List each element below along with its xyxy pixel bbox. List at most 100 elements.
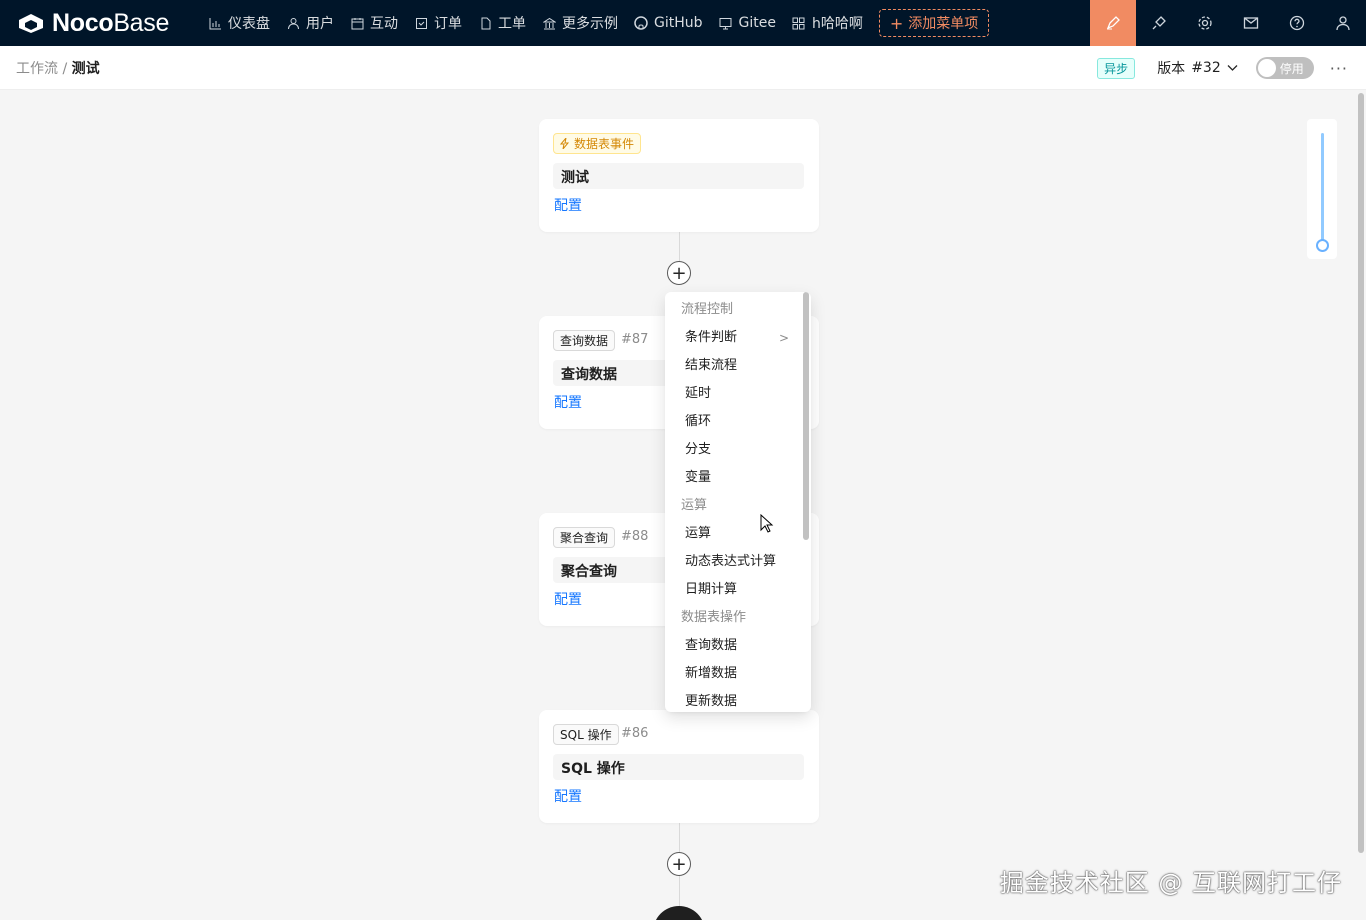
version-label: 版本 [1157,61,1186,77]
zoom-slider[interactable] [1307,119,1337,259]
watermark: 掘金技术社区 @ 互联网打工仔 [999,869,1342,897]
node-title[interactable]: 测试 [553,163,804,189]
user-icon [286,16,300,30]
toggle-label: 停用 [1279,62,1304,76]
menu-item-condition[interactable]: 条件判断 > [665,324,811,352]
add-menu-label: 添加菜单项 [908,16,979,32]
github-icon [634,16,648,30]
menu-group-label: 流程控制 [681,302,734,317]
node-id: #88 [621,529,649,544]
nav-label: 互动 [370,16,398,32]
node-id: #87 [621,332,649,347]
nav-item-orders[interactable]: 订单 [406,0,470,46]
nav-item-dashboard[interactable]: 仪表盘 [200,0,278,46]
more-actions-button[interactable]: ··· [1330,59,1348,78]
settings-button[interactable] [1182,0,1228,46]
gear-icon [1198,16,1212,30]
async-tag: 异步 [1097,57,1136,79]
nav-item-gitee[interactable]: Gitee [711,0,784,46]
desktop-icon [719,16,733,30]
app-icon [792,16,806,30]
messages-button[interactable] [1228,0,1274,46]
plus-icon: + [671,262,687,284]
toggle-knob [1257,59,1276,77]
plus-icon: + [671,853,687,875]
page-scrollbar[interactable] [1358,93,1364,853]
enable-toggle[interactable]: 停用 [1255,57,1314,79]
node-card[interactable]: SQL 操作 #86 SQL 操作 配置 [539,710,819,823]
nav-label: 订单 [434,16,462,32]
add-node-button[interactable]: + [667,261,691,285]
menu-scrollbar[interactable] [803,292,809,540]
node-id: #86 [621,726,649,741]
breadcrumb-current: 测试 [71,60,100,77]
trigger-node-card[interactable]: 数据表事件 测试 配置 [539,119,819,232]
menu-group-label: 数据表操作 [681,610,747,625]
bank-icon [542,16,556,30]
nav-label: Gitee [738,15,776,31]
mouse-cursor-icon [760,514,774,533]
plugin-button[interactable] [1136,0,1182,46]
brand-name: NocoBase [52,8,170,37]
chevron-right-icon: > [778,331,789,345]
node-type-badge: SQL 操作 [553,724,619,745]
menu-item-loop[interactable]: 循环 [665,408,811,436]
breadcrumb-separator: / [58,60,72,77]
user-icon [1336,16,1350,31]
menu-item-dynamic-expression[interactable]: 动态表达式计算 [665,548,811,576]
order-icon [414,16,428,30]
nav-item-interaction[interactable]: 互动 [342,0,406,46]
nav-item-users[interactable]: 用户 [278,0,342,46]
breadcrumb: 工作流 / 测试 [0,58,100,78]
lightning-icon [559,137,570,150]
add-menu-item-button[interactable]: + 添加菜单项 [878,9,990,37]
nav-item-github[interactable]: GitHub [626,0,711,46]
menu-item-update[interactable]: 更新数据 [665,688,811,712]
breadcrumb-parent[interactable]: 工作流 [16,61,58,77]
user-menu-button[interactable] [1320,0,1366,46]
nav-label: 用户 [306,16,334,32]
logo[interactable]: NocoBase [0,0,200,46]
end-node [653,906,705,920]
menu-item-branch[interactable]: 分支 [665,436,811,464]
zoom-handle[interactable] [1316,239,1329,252]
question-icon [1289,15,1305,31]
configure-link[interactable]: 配置 [554,589,582,609]
node-type-badge: 聚合查询 [553,527,616,548]
nav-label: 仪表盘 [228,16,270,32]
node-title[interactable]: SQL 操作 [553,754,804,780]
toolbar-right [1090,0,1366,46]
nav-label: h哈哈啊 [811,16,863,32]
zoom-track [1321,133,1324,245]
add-node-button[interactable]: + [667,852,691,876]
configure-link[interactable]: 配置 [554,786,582,806]
add-node-menu: 流程控制 条件判断 > 结束流程 延时 循环 分支 变量 运算 运算 动态表达式计… [665,292,811,712]
file-icon [478,16,492,30]
version-select[interactable]: 版本 #32 [1157,58,1238,78]
menu-group-label: 运算 [681,498,708,513]
nav-item-more-examples[interactable]: 更多示例 [534,0,626,46]
nav-item-custom[interactable]: h哈哈啊 [784,0,871,46]
menu-item-delay[interactable]: 延时 [665,380,811,408]
mail-icon [1243,17,1259,29]
menu-item-variable[interactable]: 变量 [665,464,811,492]
menu-item-date-calculation[interactable]: 日期计算 [665,576,811,604]
plug-icon [1152,16,1166,30]
nav-item-tickets[interactable]: 工单 [470,0,534,46]
configure-link[interactable]: 配置 [554,392,582,412]
help-button[interactable] [1274,0,1320,46]
highlight-icon [1106,16,1120,30]
configure-link[interactable]: 配置 [554,195,582,215]
menu-item-query[interactable]: 查询数据 [665,632,811,660]
ui-editor-button[interactable] [1090,0,1136,46]
menu-item-calculation[interactable]: 运算 [665,520,811,548]
chevron-down-icon [1227,65,1238,71]
version-value: #32 [1191,60,1221,76]
workflow-header: 工作流 / 测试 异步 版本 #32 停用 ··· [0,46,1366,90]
calendar-icon [350,16,364,30]
node-type-badge: 查询数据 [553,330,616,351]
connector-line [679,232,680,262]
menu-item-end[interactable]: 结束流程 [665,352,811,380]
menu-item-create[interactable]: 新增数据 [665,660,811,688]
plus-icon: + [889,13,904,33]
